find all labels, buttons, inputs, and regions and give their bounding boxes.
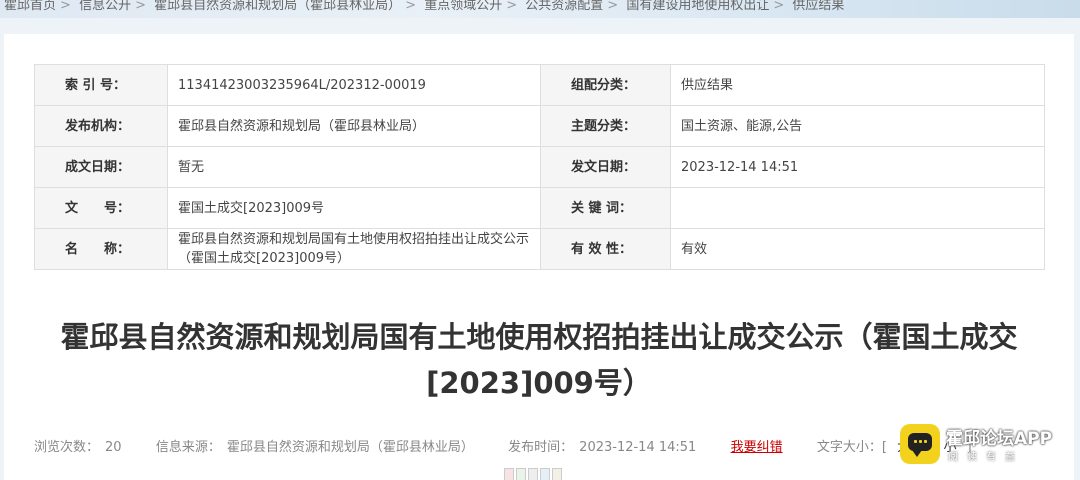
meta-label: 文 号：: [34, 187, 168, 229]
top-banner: 霍邱首页 > 信息公开 > 霍邱县自然资源和规划局（霍邱县林业局） > 重点领域公开 >…: [0, 0, 1080, 18]
breadcrumb-item[interactable]: 国有建设用地使用权出让: [626, 0, 769, 13]
watermark-name: 霍邱论坛APP: [946, 429, 1053, 449]
meta-value: 国土资源、能源,公告: [670, 105, 1045, 147]
meta-value: 霍邱县自然资源和规划局国有土地使用权招拍挂出让成交公示（霍国土成交[2023]0…: [167, 228, 541, 270]
watermark-subtitle: 阅读有益: [948, 452, 1024, 463]
table-row: 文 号： 霍国土成交[2023]009号 关 键 词：: [34, 187, 1045, 229]
theme-swatch[interactable]: [504, 468, 514, 480]
breadcrumb-separator: >: [506, 0, 518, 13]
content-page: 索 引 号： 11341423003235964L/202312-00019 组…: [4, 34, 1074, 480]
theme-swatch[interactable]: [540, 468, 550, 480]
breadcrumb-separator: >: [773, 0, 785, 13]
views-label: 浏览次数：: [34, 440, 100, 455]
font-size-label: 文字大小：[: [816, 440, 887, 455]
views-count: 20: [105, 440, 122, 455]
meta-label: 主题分类：: [540, 105, 671, 147]
theme-swatch[interactable]: [516, 468, 526, 480]
table-row: 索 引 号： 11341423003235964L/202312-00019 组…: [34, 64, 1045, 106]
meta-value: [670, 187, 1045, 229]
meta-value: 2023-12-14 14:51: [670, 146, 1045, 188]
meta-value: 供应结果: [670, 64, 1045, 106]
app-watermark: 霍邱论坛APP 阅读有益: [898, 424, 1078, 476]
meta-label: 有 效 性：: [540, 228, 671, 270]
meta-label: 索 引 号：: [34, 64, 168, 106]
meta-label: 关 键 词：: [540, 187, 671, 229]
table-row: 成文日期： 暂无 发文日期： 2023-12-14 14:51: [34, 146, 1045, 188]
publish-time-value: 2023-12-14 14:51: [579, 440, 697, 455]
table-row: 名 称： 霍邱县自然资源和规划局国有土地使用权招拍挂出让成交公示（霍国土成交[2…: [34, 228, 1045, 270]
theme-swatch[interactable]: [552, 468, 562, 480]
source-value: 霍邱县自然资源和规划局（霍邱县林业局）: [226, 440, 474, 455]
breadcrumb-separator: >: [607, 0, 619, 13]
breadcrumb-item[interactable]: 信息公开: [79, 0, 131, 13]
meta-label: 发文日期：: [540, 146, 671, 188]
breadcrumb: 霍邱首页 > 信息公开 > 霍邱县自然资源和规划局（霍邱县林业局） > 重点领域公开 >…: [4, 0, 844, 13]
meta-value: 霍国土成交[2023]009号: [167, 187, 541, 229]
meta-value: 霍邱县自然资源和规划局（霍邱县林业局）: [167, 105, 541, 147]
breadcrumb-separator: >: [135, 0, 146, 13]
meta-label: 发布机构：: [34, 105, 168, 147]
meta-label: 成文日期：: [34, 146, 168, 188]
publish-time-label: 发布时间：: [508, 440, 574, 455]
meta-label: 组配分类：: [540, 64, 671, 106]
meta-value: 暂无: [167, 146, 541, 188]
page-title: 霍邱县自然资源和规划局国有土地使用权招拍挂出让成交公示（霍国土成交[2023]0…: [60, 320, 1018, 400]
meta-label: 名 称：: [34, 228, 168, 270]
breadcrumb-item[interactable]: 霍邱县自然资源和规划局（霍邱县林业局）: [154, 0, 401, 13]
source-label: 信息来源：: [155, 440, 221, 455]
breadcrumb-separator: >: [60, 0, 71, 13]
metadata-table: 索 引 号： 11341423003235964L/202312-00019 组…: [34, 64, 1045, 270]
theme-swatches: [504, 468, 562, 480]
breadcrumb-separator: >: [405, 0, 417, 13]
chat-bubble-icon: [900, 424, 940, 464]
meta-value: 有效: [670, 228, 1045, 270]
breadcrumb-item[interactable]: 公共资源配置: [525, 0, 603, 13]
report-error-link[interactable]: 我要纠错: [731, 440, 783, 455]
theme-swatch[interactable]: [528, 468, 538, 480]
breadcrumb-item[interactable]: 霍邱首页: [4, 0, 56, 13]
table-row: 发布机构： 霍邱县自然资源和规划局（霍邱县林业局） 主题分类： 国土资源、能源,…: [34, 105, 1045, 147]
meta-value: 11341423003235964L/202312-00019: [167, 64, 541, 106]
breadcrumb-item[interactable]: 供应结果: [792, 0, 844, 13]
breadcrumb-item[interactable]: 重点领域公开: [424, 0, 502, 13]
